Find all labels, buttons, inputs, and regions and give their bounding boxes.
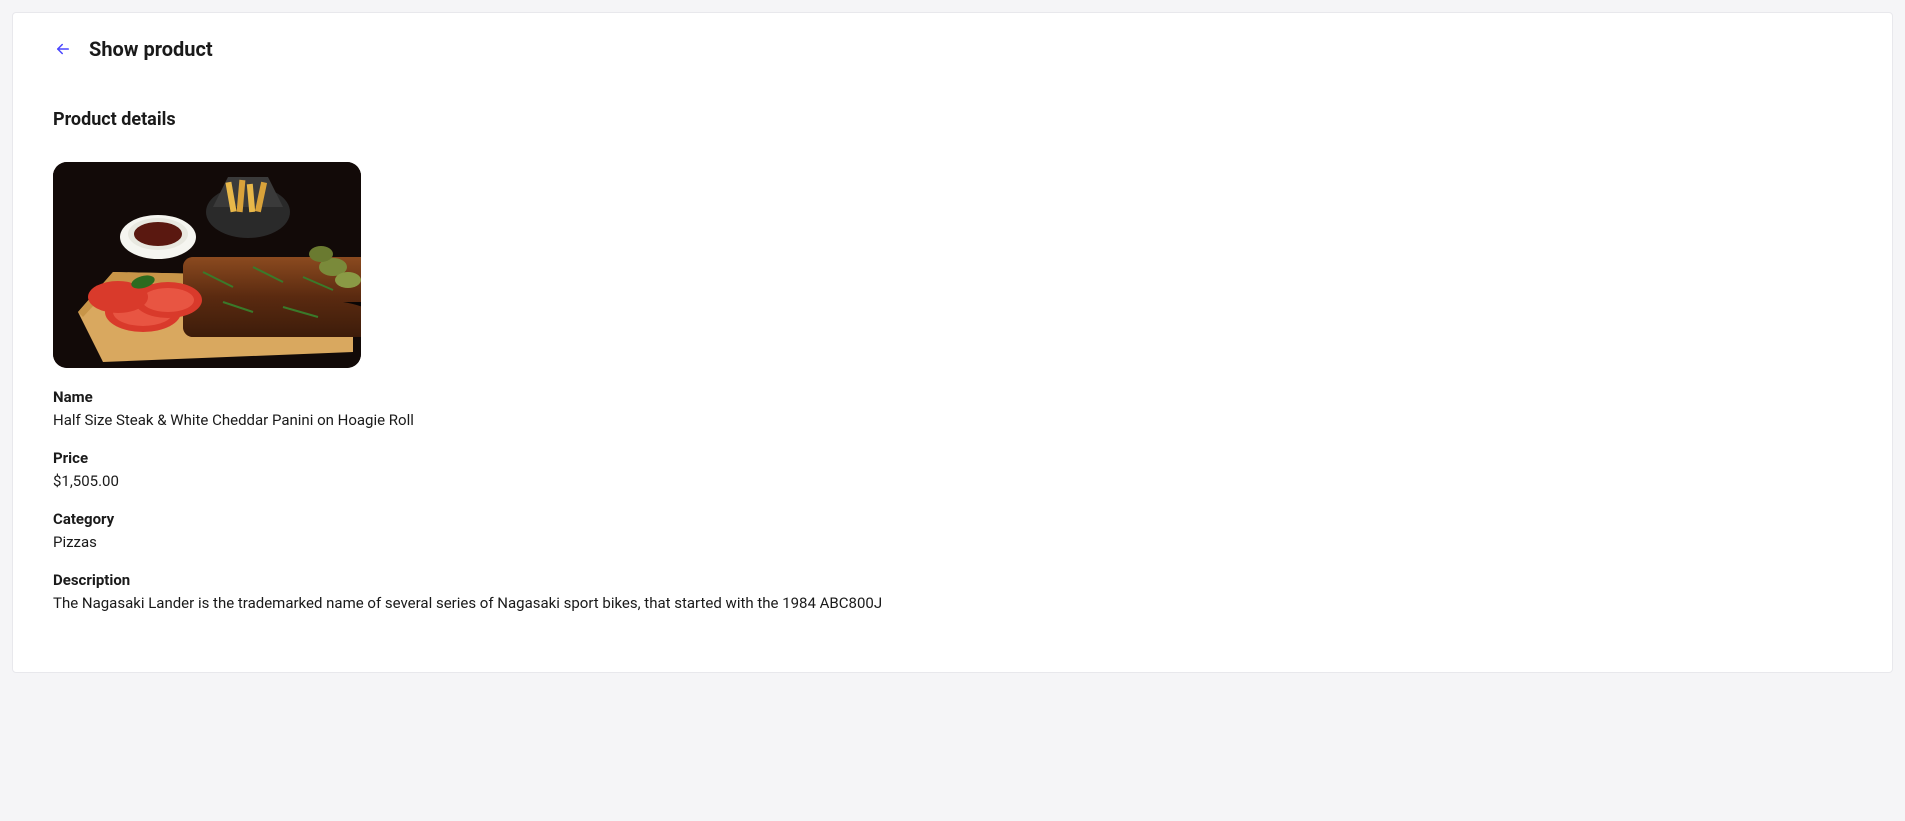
field-category-label: Category bbox=[53, 510, 1852, 528]
field-category: Category Pizzas bbox=[53, 510, 1852, 553]
field-name-value: Half Size Steak & White Cheddar Panini o… bbox=[53, 410, 1852, 431]
section-title: Product details bbox=[53, 109, 1852, 130]
field-description-label: Description bbox=[53, 571, 1852, 589]
field-price-label: Price bbox=[53, 449, 1852, 467]
page-title: Show product bbox=[89, 37, 213, 61]
field-name-label: Name bbox=[53, 388, 1852, 406]
product-image bbox=[53, 162, 361, 368]
field-price: Price $1,505.00 bbox=[53, 449, 1852, 492]
field-name: Name Half Size Steak & White Cheddar Pan… bbox=[53, 388, 1852, 431]
field-description-value: The Nagasaki Lander is the trademarked n… bbox=[53, 593, 1852, 614]
field-description: Description The Nagasaki Lander is the t… bbox=[53, 571, 1852, 614]
back-arrow-icon[interactable] bbox=[53, 39, 73, 59]
field-price-value: $1,505.00 bbox=[53, 471, 1852, 492]
page-header: Show product bbox=[53, 37, 1852, 61]
product-detail-card: Show product Product details bbox=[12, 12, 1893, 673]
field-category-value: Pizzas bbox=[53, 532, 1852, 553]
